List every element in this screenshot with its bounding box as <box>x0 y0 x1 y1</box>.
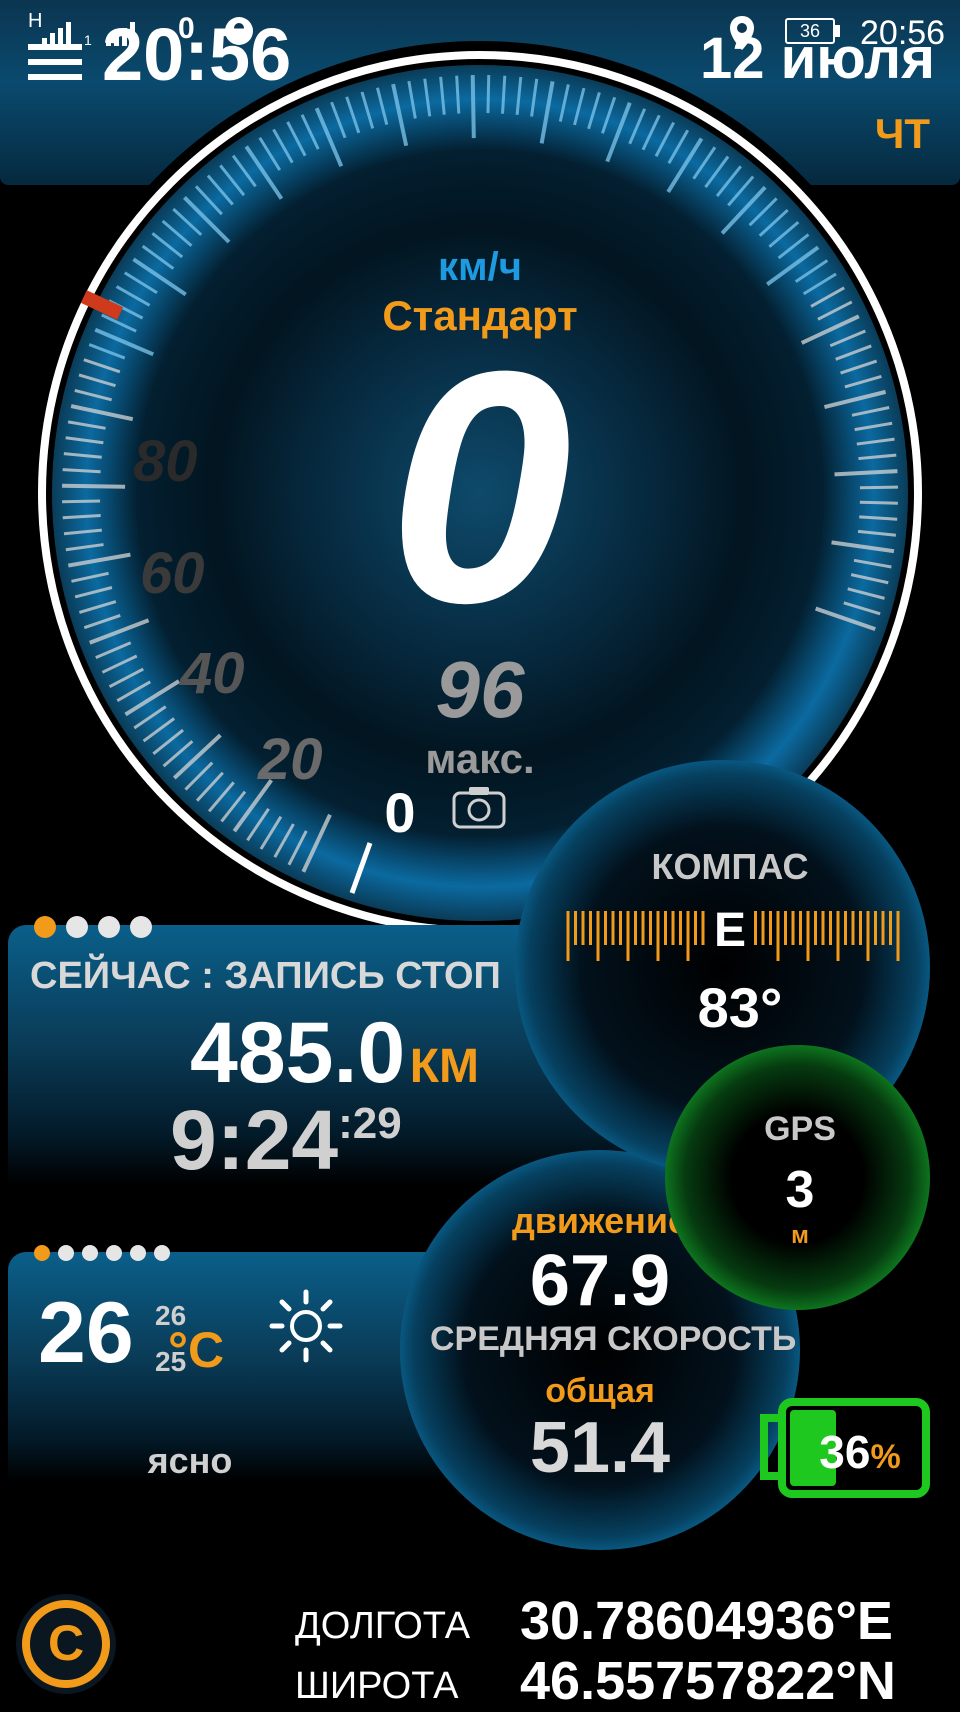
gauge-tick <box>62 483 126 489</box>
gauge-tick <box>486 75 491 114</box>
trip-distance-unit: КМ <box>409 1040 479 1093</box>
longitude-label: ДОЛГОТА <box>295 1605 471 1647</box>
longitude-value: 30.78604936°E <box>520 1591 893 1651</box>
latitude-value: 46.55757822°N <box>520 1651 896 1711</box>
trip-distance: 485.0 КМ <box>190 1010 479 1096</box>
photo-count: 0 <box>384 781 416 844</box>
latitude-label: ШИРОТА <box>295 1665 459 1707</box>
scale-label-60: 60 <box>140 541 205 606</box>
battery-value: 36 <box>819 1426 871 1478</box>
gauge-tick <box>859 485 898 490</box>
avg-speed-title: СРЕДНЯЯ СКОРОСТЬ <box>430 1320 797 1358</box>
gauge-tick <box>62 468 101 474</box>
logo-letter: C <box>47 1615 85 1671</box>
page-dot[interactable] <box>98 916 120 938</box>
trip-distance-fraction: .0 <box>333 1005 406 1101</box>
page-dot[interactable] <box>130 1245 146 1261</box>
max-speed-label: макс. <box>425 735 535 782</box>
battery-percent: 36% <box>800 1425 920 1479</box>
gps-label: GPS <box>764 1110 836 1148</box>
scale-label-20: 20 <box>258 727 323 792</box>
scale-label-40: 40 <box>180 641 245 706</box>
camera-icon <box>452 787 506 829</box>
compass-heading: 83° <box>697 976 783 1039</box>
page-dot[interactable] <box>34 1245 50 1261</box>
compass-direction: E <box>713 904 746 957</box>
current-speed: 0 <box>388 302 572 671</box>
avg-total-value: 51.4 <box>529 1408 671 1488</box>
battery-unit: % <box>870 1438 901 1476</box>
weather-temperature: 26 <box>38 1285 134 1381</box>
avg-total-label: общая <box>545 1372 655 1410</box>
page-dot[interactable] <box>66 916 88 938</box>
gauge-tick <box>455 75 461 114</box>
speed-unit: км/ч <box>438 245 522 289</box>
camera-button[interactable] <box>452 785 506 829</box>
page-dot[interactable] <box>34 916 56 938</box>
gauge-tick <box>859 500 898 505</box>
trip-distance-value: 485 <box>190 1005 334 1101</box>
page-dot[interactable] <box>130 916 152 938</box>
weather-page-dots[interactable] <box>28 1240 178 1266</box>
weather-condition: ясно <box>147 1440 233 1481</box>
page-dot[interactable] <box>58 1245 74 1261</box>
gauge-tick <box>470 75 476 139</box>
sun-icon <box>269 1289 343 1363</box>
gps-accuracy: 3 <box>785 1161 815 1219</box>
gps-unit: м <box>791 1222 809 1249</box>
page-dot[interactable] <box>106 1245 122 1261</box>
page-dot[interactable] <box>154 1245 170 1261</box>
app-logo[interactable]: C <box>12 1590 120 1698</box>
trip-duration-seconds: :29 <box>338 1099 402 1148</box>
trip-duration: 9:24:29 <box>170 1098 402 1182</box>
trip-page-dots[interactable] <box>28 912 158 942</box>
gauge-tick <box>62 499 101 504</box>
trip-status: СЕЙЧАС : ЗАПИСЬ СТОП <box>30 955 501 997</box>
weather-temp-unit: °C <box>168 1322 225 1378</box>
page-dot[interactable] <box>82 1245 98 1261</box>
trip-duration-value: 9:24 <box>170 1093 339 1187</box>
scale-label-80: 80 <box>133 429 198 494</box>
max-speed-value: 96 <box>435 645 525 734</box>
compass-label: КОМПАС <box>651 846 809 887</box>
